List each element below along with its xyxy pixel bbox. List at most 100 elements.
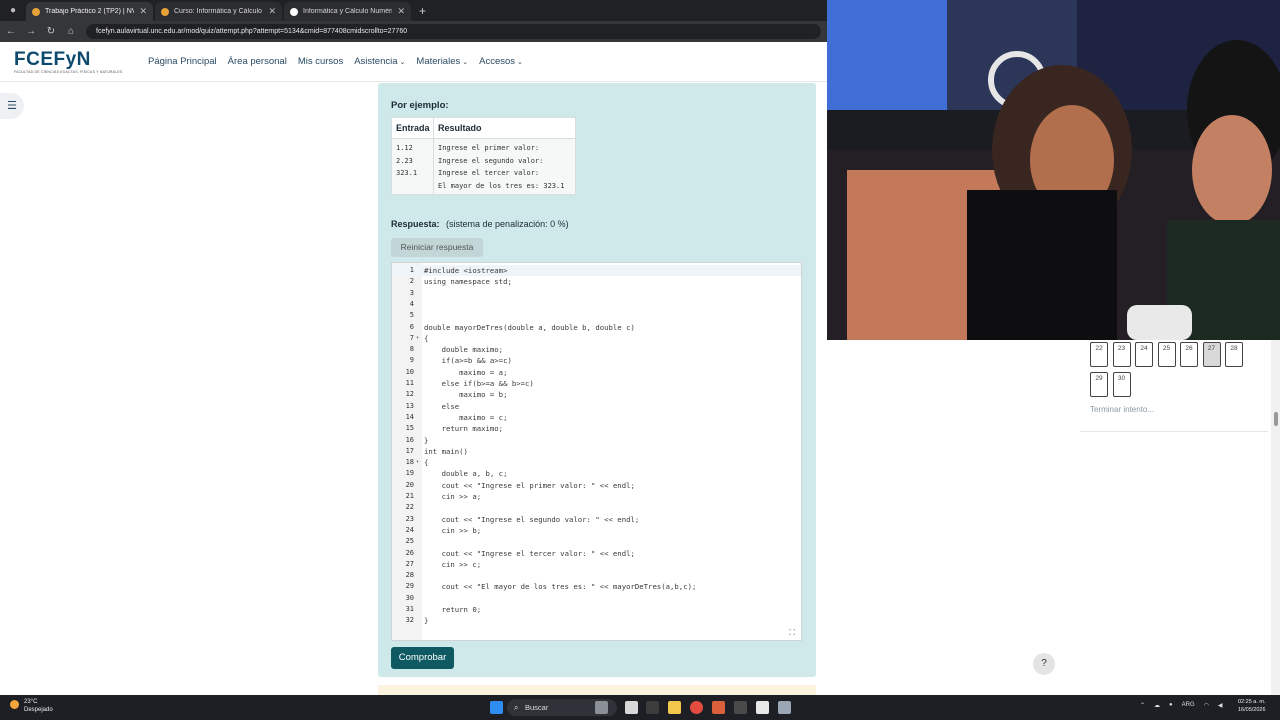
code-line: 17 int main() <box>392 446 801 457</box>
line-number: 27 <box>405 559 414 568</box>
nav-mis-cursos[interactable]: Mis cursos <box>298 56 343 67</box>
line-number: 4 <box>409 299 414 308</box>
code-line: 12 maximo = b; <box>392 389 801 400</box>
code-line: 32} <box>392 615 801 626</box>
code-text: else <box>424 401 460 411</box>
check-button[interactable]: Comprobar <box>391 647 454 669</box>
clock[interactable]: 02:25 a. m. 16/05/2026 <box>1238 698 1266 714</box>
search-icon: ⌕ <box>514 703 519 712</box>
url-field[interactable]: fcefyn.aulavirtual.unc.edu.ar/mod/quiz/a… <box>86 24 821 39</box>
logo-text: FCEFyN <box>14 48 91 70</box>
webcam-image <box>827 0 1280 340</box>
nav-pagina-principal[interactable]: Página Principal <box>148 56 217 67</box>
fold-marker-icon[interactable]: ▾ <box>416 457 419 468</box>
code-line: 28 <box>392 570 801 581</box>
nav-materiales[interactable]: Materiales ⌄ <box>416 56 468 67</box>
home-icon[interactable]: ⌂ <box>66 26 76 37</box>
browser-tab-2[interactable]: Curso: Informática y Cálculo N ✕ <box>155 2 282 21</box>
quiz-nav-button[interactable]: 27 <box>1202 342 1221 367</box>
temperature: 23°C <box>24 699 38 705</box>
next-question-panel <box>378 685 816 695</box>
line-number: 30 <box>405 593 414 602</box>
code-text: cin >> b; <box>424 525 482 535</box>
forward-icon[interactable]: → <box>26 26 36 37</box>
code-text: return 0; <box>424 605 482 614</box>
main-nav: Página Principal Área personal Mis curso… <box>148 56 523 67</box>
quiz-nav-button[interactable]: 26 <box>1180 342 1198 367</box>
tab-search-icon[interactable]: ● <box>6 4 20 18</box>
app-icon-2[interactable] <box>712 701 725 714</box>
logo-subtitle: FACULTAD DE CIENCIAS EXACTAS, FÍSICAS Y … <box>14 69 123 74</box>
quiz-nav-button[interactable]: 28 <box>1225 342 1243 367</box>
code-line: 15 return maximo; <box>392 423 801 434</box>
quiz-nav-button[interactable]: 30 <box>1112 372 1131 397</box>
fold-marker-icon[interactable]: ▾ <box>416 333 419 344</box>
line-number: 16 <box>405 435 414 444</box>
entrada-cell: 1.12 2.23 323.1 <box>392 139 434 195</box>
code-text: maximo = a; <box>424 367 508 377</box>
scrollbar-thumb[interactable] <box>1274 412 1278 426</box>
volume-icon[interactable]: ◀ <box>1218 702 1223 709</box>
clock-date: 16/05/2026 <box>1238 707 1266 713</box>
cloud-icon[interactable]: ☁ <box>1154 702 1160 709</box>
weather-widget[interactable]: 23°C Despejado <box>10 698 53 714</box>
nav-label: Materiales <box>416 56 461 67</box>
browser-tab-bar: ● Trabajo Práctico 2 (TP2) | NVA ✕ Curso… <box>0 0 827 21</box>
quiz-navigation: 22 23 24 25 26 27 28 29 30 <box>1080 340 1268 432</box>
wifi-icon[interactable]: ◠ <box>1204 702 1209 709</box>
nav-asistencia[interactable]: Asistencia ⌄ <box>354 56 405 67</box>
close-icon[interactable]: ✕ <box>139 6 147 17</box>
code-line: 23 cout << "Ingrese el segundo valor: " … <box>392 514 801 525</box>
code-line: 5 <box>392 310 801 321</box>
example-table: Entrada Resultado 1.12 2.23 323.1 Ingres… <box>391 117 576 195</box>
code-line: 25 <box>392 536 801 547</box>
code-line: 9 if(a>=b && a>=c) <box>392 355 801 366</box>
windows-start-icon[interactable] <box>490 701 503 714</box>
code-line: 22 <box>392 502 801 513</box>
app-icon-4[interactable] <box>756 701 769 714</box>
widgets-icon[interactable] <box>625 701 638 714</box>
app-icon-3[interactable] <box>734 701 747 714</box>
help-button[interactable]: ? <box>1033 653 1055 675</box>
quiz-nav-button[interactable]: 25 <box>1157 342 1176 367</box>
line-number: 6 <box>409 322 414 331</box>
nav-accesos[interactable]: Accesos ⌄ <box>479 56 523 67</box>
app-icon[interactable] <box>646 701 659 714</box>
reload-icon[interactable]: ↻ <box>46 26 56 37</box>
page-scrollbar[interactable] <box>1271 340 1280 695</box>
code-editor[interactable]: 1 #include <iostream> 2 using namespace std… <box>391 262 802 641</box>
settings-icon[interactable] <box>778 701 791 714</box>
quiz-nav-button[interactable]: 29 <box>1090 372 1108 397</box>
microphone-icon[interactable]: ● <box>1169 702 1173 709</box>
close-icon[interactable]: ✕ <box>397 6 405 17</box>
example-table-header: Entrada Resultado <box>392 118 575 139</box>
language-indicator[interactable]: ARG <box>1182 702 1195 709</box>
code-line: 14 maximo = c; <box>392 412 801 423</box>
nav-area-personal[interactable]: Área personal <box>228 56 287 67</box>
browser-tab-3[interactable]: Informática y Cálculo Numéric ✕ <box>284 2 411 21</box>
chrome-icon[interactable] <box>690 701 703 714</box>
new-tab-icon[interactable]: + <box>413 4 432 21</box>
code-text: cout << "Ingrese el tercer valor: " << e… <box>424 548 635 558</box>
quiz-nav-button[interactable]: 23 <box>1112 342 1131 367</box>
file-explorer-icon[interactable] <box>668 701 681 714</box>
code-line: 29 cout << "El mayor de los tres es: " <… <box>392 581 801 592</box>
task-view-icon[interactable] <box>595 701 608 714</box>
code-text: cout << "Ingrese el segundo valor: " << … <box>424 514 640 524</box>
line-number: 7 <box>409 333 414 342</box>
line-number: 19 <box>405 469 414 478</box>
close-icon[interactable]: ✕ <box>268 6 276 17</box>
finish-attempt-link[interactable]: Terminar intento... <box>1090 405 1154 414</box>
quiz-nav-button[interactable]: 24 <box>1135 342 1153 367</box>
site-logo[interactable]: FCEFyN FACULTAD DE CIENCIAS EXACTAS, FÍS… <box>14 48 126 74</box>
back-icon[interactable]: ← <box>6 26 16 37</box>
reset-answer-button[interactable]: Reiniciar respuesta <box>391 238 483 257</box>
entrada-line: 323.1 <box>396 169 418 177</box>
browser-tab-1[interactable]: Trabajo Práctico 2 (TP2) | NVA ✕ <box>26 2 153 21</box>
chevron-up-icon[interactable]: ⌃ <box>1140 702 1145 709</box>
code-text: cin >> a; <box>424 492 482 501</box>
line-number: 3 <box>409 288 414 297</box>
fullscreen-icon[interactable]: ⛶ <box>789 628 795 638</box>
quiz-nav-button[interactable]: 22 <box>1090 342 1108 367</box>
code-line: 20 cout << "Ingrese el primer valor: " <… <box>392 480 801 491</box>
